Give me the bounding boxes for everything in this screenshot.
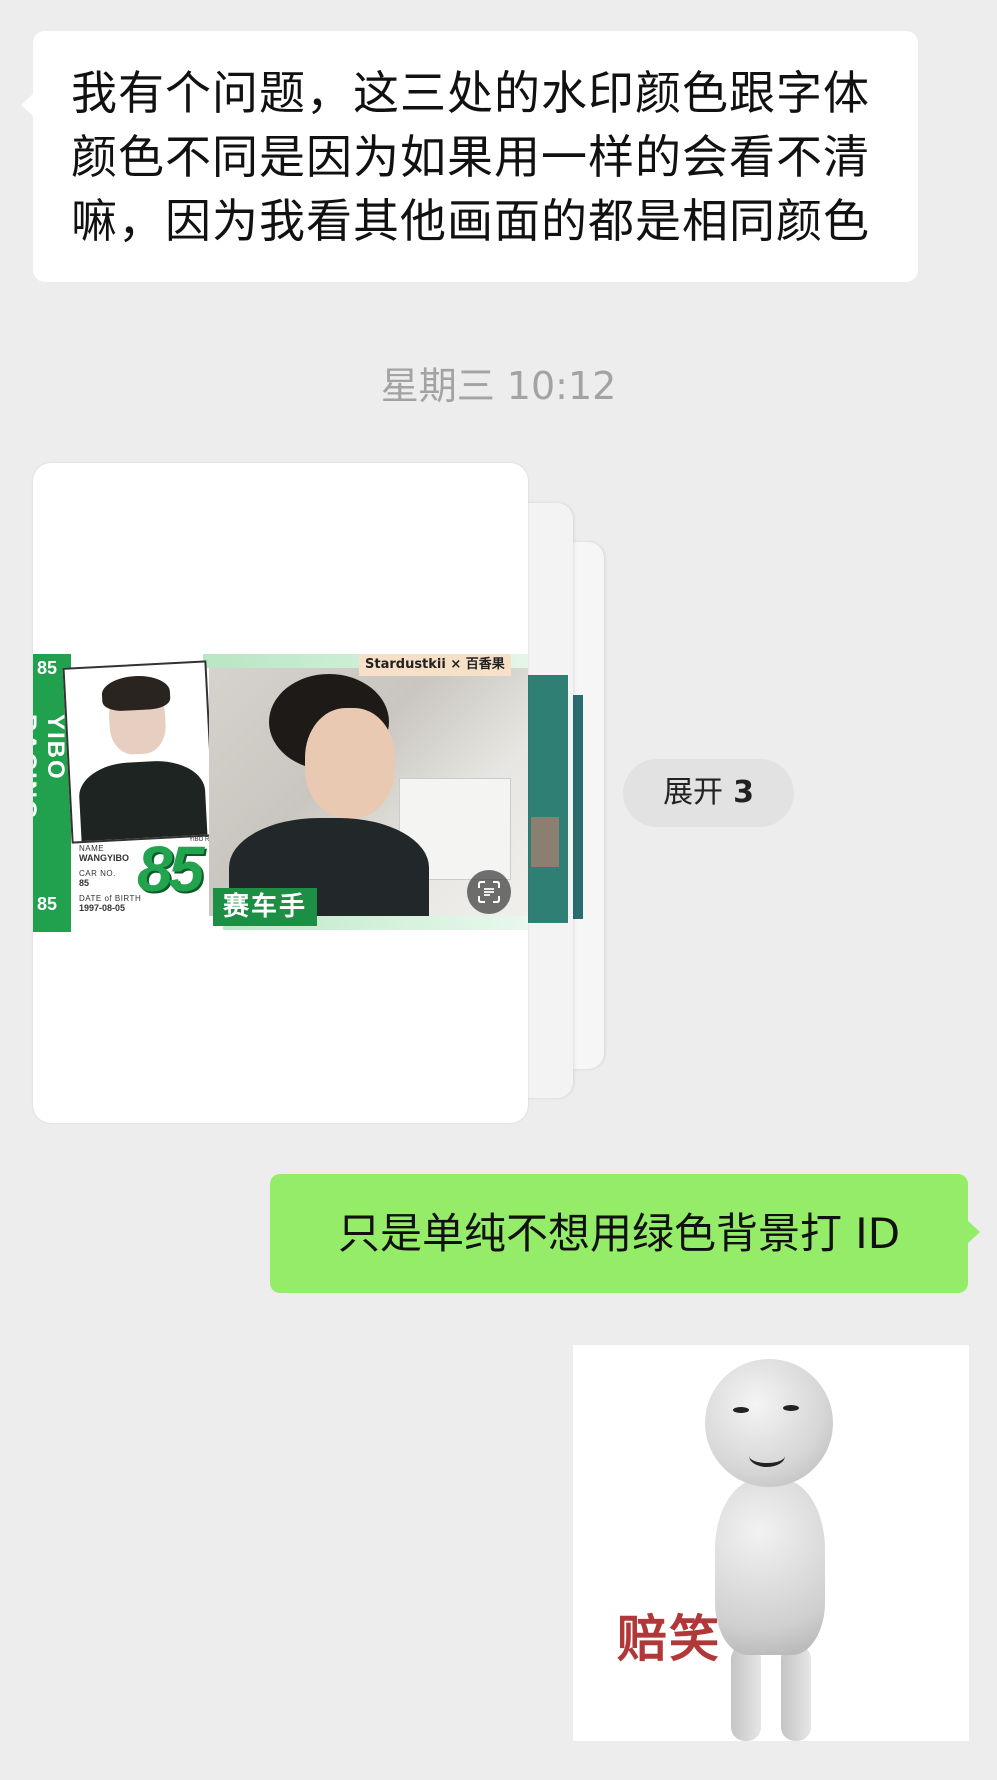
role-label: 赛车手: [213, 888, 318, 926]
outgoing-message-text: 只是单纯不想用绿色背景打 ID: [337, 1209, 901, 1258]
message-timestamp: 星期三 10:12: [380, 364, 617, 408]
expand-images-button[interactable]: 展开 3: [623, 759, 794, 827]
sticker-message[interactable]: 赔笑: [573, 1345, 969, 1741]
poster-watermark: Stardustkii × 百香果: [359, 654, 511, 676]
sticker-figure-eye: [733, 1407, 749, 1413]
sticker-figure-eye: [783, 1405, 799, 1411]
sticker-figure-leg: [731, 1645, 761, 1741]
scan-text-icon: [478, 881, 500, 903]
sticker-figure-head: [705, 1359, 833, 1487]
stacked-image-thumb: [531, 817, 559, 867]
stacked-image-preview: [528, 675, 568, 923]
sticker-caption: 赔笑: [617, 1609, 721, 1668]
incoming-message-line: 我有个问题，这三处的水印颜色跟字体: [71, 66, 870, 120]
portrait-suit: [77, 758, 208, 844]
expand-count: 3: [733, 775, 754, 810]
racing-poster-image[interactable]: 85 YIBO RACING 85 NAME WANGYIBO CAR NO. …: [33, 654, 528, 932]
incoming-message-bubble[interactable]: 我有个问题，这三处的水印颜色跟字体 颜色不同是因为如果用一样的会看不清 嘛，因为…: [21, 31, 918, 282]
side-stripe-text: YIBO RACING: [33, 714, 69, 821]
photo-face: [305, 708, 395, 818]
side-number-top: 85: [37, 658, 58, 678]
expand-label: 展开: [663, 775, 724, 810]
sticker-figure-mouth: [749, 1445, 785, 1467]
driver-portrait: [62, 660, 216, 844]
sticker-figure-body: [715, 1479, 825, 1655]
outgoing-message-bubble[interactable]: 只是单纯不想用绿色背景打 ID: [270, 1174, 980, 1293]
scan-text-button[interactable]: [467, 870, 511, 914]
portrait-hair: [101, 674, 171, 712]
image-message-card[interactable]: 85 YIBO RACING 85 NAME WANGYIBO CAR NO. …: [33, 463, 528, 1123]
incoming-message-line: 颜色不同是因为如果用一样的会看不清: [71, 130, 870, 184]
side-number-bottom: 85: [37, 894, 58, 914]
incoming-message-line: 嘛，因为我看其他画面的都是相同颜色: [71, 194, 870, 248]
sticker-figure-leg: [781, 1645, 811, 1741]
